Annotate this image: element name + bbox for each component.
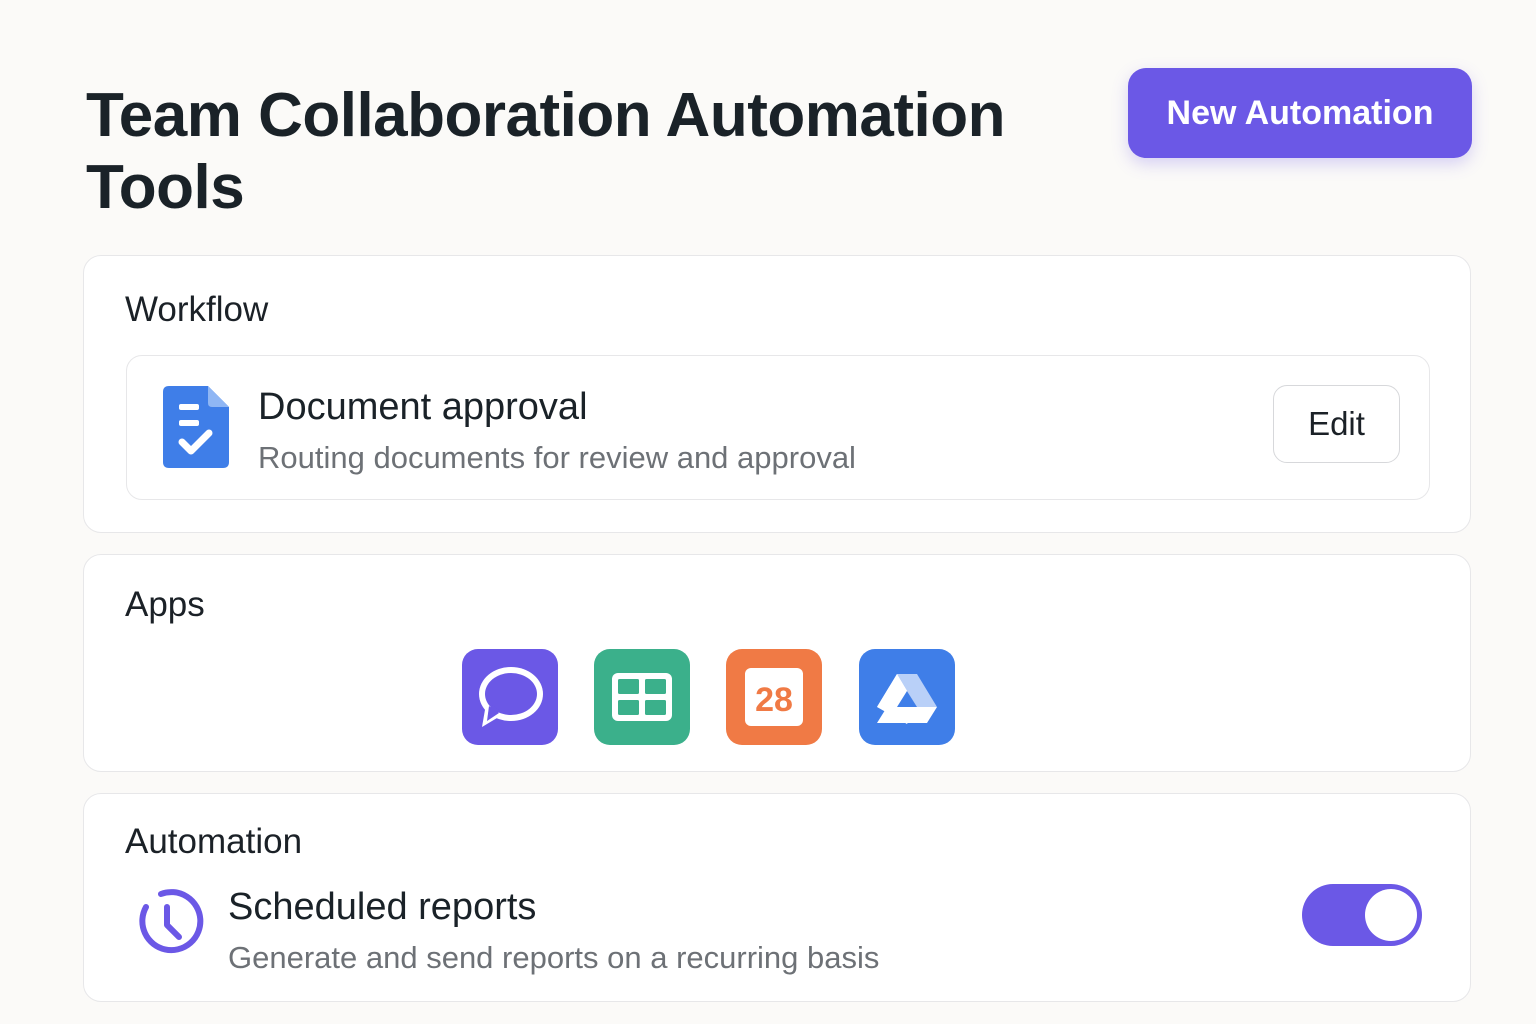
calendar-app-tile[interactable]: 28 [726, 649, 822, 745]
spreadsheet-app-tile[interactable] [594, 649, 690, 745]
new-automation-button[interactable]: New Automation [1128, 68, 1472, 158]
workflow-item-document-approval: Document approval Routing documents for … [126, 355, 1430, 500]
document-check-icon [163, 386, 229, 468]
workflow-section-title: Workflow [125, 290, 269, 329]
toggle-knob [1365, 889, 1417, 941]
workflow-item-description: Routing documents for review and approva… [258, 440, 856, 475]
workflow-item-title: Document approval [258, 386, 588, 428]
clock-icon [139, 889, 204, 954]
spreadsheet-icon [612, 673, 672, 721]
automation-tools-page: Team Collaboration Automation Tools New … [0, 0, 1536, 1024]
drive-icon [877, 674, 937, 724]
automation-item-title: Scheduled reports [228, 886, 537, 928]
chat-icon [479, 667, 543, 727]
page-title: Team Collaboration Automation Tools [86, 81, 1005, 222]
workflow-section: Workflow Document approval Routing docum… [83, 255, 1471, 533]
drive-app-tile[interactable] [859, 649, 955, 745]
apps-section-title: Apps [125, 585, 205, 624]
automation-section: Automation Scheduled reports Generate an… [83, 793, 1471, 1002]
scheduled-reports-toggle[interactable] [1302, 884, 1422, 946]
calendar-day-number: 28 [755, 681, 793, 719]
calendar-icon: 28 [745, 668, 803, 726]
chat-app-tile[interactable] [462, 649, 558, 745]
automation-section-title: Automation [125, 822, 303, 861]
automation-item-description: Generate and send reports on a recurring… [228, 940, 880, 975]
edit-button[interactable]: Edit [1273, 385, 1400, 463]
apps-section: Apps 28 [83, 554, 1471, 772]
